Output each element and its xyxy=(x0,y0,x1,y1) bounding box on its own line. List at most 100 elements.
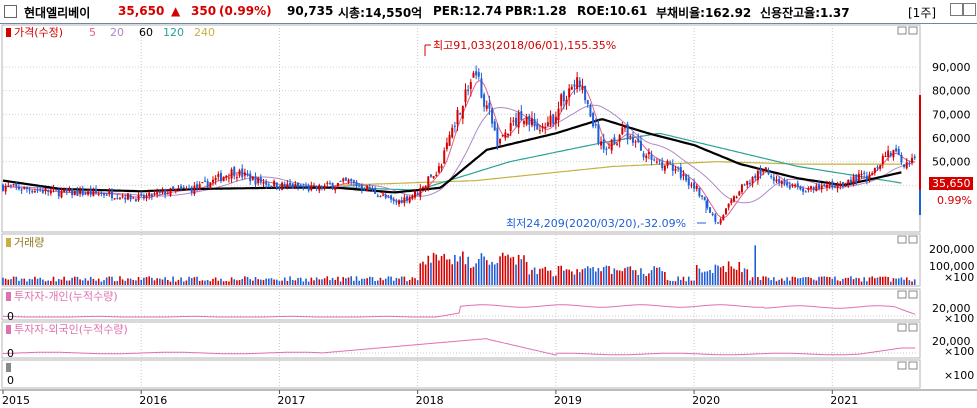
candle-body xyxy=(374,188,377,194)
candle-body xyxy=(334,186,337,191)
volume-bar xyxy=(26,281,28,285)
volume-bar xyxy=(650,270,653,285)
candle-body xyxy=(913,156,916,159)
volume-bar xyxy=(124,280,127,285)
candle-body xyxy=(831,181,834,187)
candle-body xyxy=(358,185,361,187)
candle-body xyxy=(544,127,547,129)
candle-body xyxy=(602,139,605,150)
candle-body xyxy=(169,188,172,196)
minimize-icon[interactable] xyxy=(950,3,963,16)
candle-body xyxy=(589,105,592,117)
candle-body xyxy=(889,152,892,156)
candle-body xyxy=(411,195,414,199)
volume-bar xyxy=(440,256,443,285)
panel-max-icon[interactable] xyxy=(897,26,907,35)
candle-body xyxy=(73,191,76,196)
header-checkbox[interactable] xyxy=(4,5,17,18)
volume-bar xyxy=(876,277,879,285)
volume-bar xyxy=(244,276,246,285)
volume-bar xyxy=(39,277,42,285)
volume-bar xyxy=(823,276,826,285)
period-selector[interactable]: [1주] xyxy=(908,4,936,21)
credit-ratio: 신용잔고율:1.37 xyxy=(760,6,850,20)
volume-bar xyxy=(900,277,903,285)
panel-close-icon[interactable] xyxy=(908,323,918,332)
panel-close-icon[interactable] xyxy=(908,290,918,299)
volume-bar xyxy=(220,278,222,285)
candle-body xyxy=(379,196,382,198)
candle-body xyxy=(105,194,108,196)
close-icon[interactable] xyxy=(963,3,976,16)
volume-bar xyxy=(390,276,392,285)
volume-bar xyxy=(92,278,95,285)
candle-body xyxy=(796,183,799,187)
volume-bar xyxy=(796,278,799,285)
volume-bar xyxy=(515,264,517,285)
candle-body xyxy=(690,184,693,186)
candle-body xyxy=(347,179,350,183)
candle-body xyxy=(522,121,525,124)
panel-max-icon[interactable] xyxy=(897,361,907,370)
volume-bar xyxy=(448,259,451,285)
candle-body xyxy=(456,109,459,125)
candle-body xyxy=(483,94,486,107)
volume-bar xyxy=(573,274,576,285)
indiv-panel xyxy=(1,288,921,321)
price-tick-label: 50,000 xyxy=(932,156,971,169)
volume-bar xyxy=(446,259,448,285)
volume-bar xyxy=(228,281,230,285)
volume-bar xyxy=(549,270,552,285)
volume-bar xyxy=(711,273,714,285)
candle-body xyxy=(844,185,847,187)
volume-bar xyxy=(725,272,727,285)
volume-bar xyxy=(908,280,911,285)
candle-body xyxy=(71,188,74,196)
panel-max-icon[interactable] xyxy=(897,290,907,299)
up-arrow-icon: ▲ xyxy=(171,4,181,18)
volume-bar xyxy=(89,276,92,285)
candle-body xyxy=(291,183,294,189)
volume-bar xyxy=(632,270,634,285)
x-tick-label: 2015 xyxy=(2,394,30,407)
x-tick-label: 2016 xyxy=(139,394,167,407)
volume-bar xyxy=(12,276,15,285)
volume-bar xyxy=(313,280,315,285)
candle-body xyxy=(118,197,121,199)
candle-body xyxy=(674,168,677,171)
volume-bar xyxy=(653,266,656,285)
candle-body xyxy=(31,190,34,193)
panel-max-icon[interactable] xyxy=(897,235,907,244)
volume-bar xyxy=(145,277,148,285)
candle-body xyxy=(278,187,281,189)
candle-body xyxy=(25,187,28,189)
candle-body xyxy=(453,125,456,127)
volume-bar xyxy=(826,276,828,285)
volume-bar xyxy=(257,279,259,285)
volume-bar xyxy=(60,279,63,285)
volume-bar xyxy=(79,279,81,285)
panel-close-icon[interactable] xyxy=(908,361,918,370)
panel-close-icon[interactable] xyxy=(908,26,918,35)
candle-body xyxy=(549,115,552,125)
candle-body xyxy=(631,136,634,143)
panel-close-icon[interactable] xyxy=(908,235,918,244)
candle-body xyxy=(424,186,427,190)
volume-bar xyxy=(847,277,850,285)
volume-bar xyxy=(467,256,469,285)
legend-ma20: 20 xyxy=(110,26,124,39)
legend-price: 가격(수정) xyxy=(14,26,63,39)
candle-body xyxy=(65,187,68,192)
volume-bar xyxy=(679,279,682,285)
volume-bar xyxy=(533,267,536,285)
volume-bar xyxy=(557,266,560,285)
candle-body xyxy=(557,108,560,121)
candle-body xyxy=(722,215,725,221)
volume-bar xyxy=(209,281,212,285)
candle-body xyxy=(142,195,145,199)
candle-body xyxy=(735,196,738,198)
panel-max-icon[interactable] xyxy=(897,323,907,332)
candle-body xyxy=(743,184,746,186)
candle-body xyxy=(273,181,276,187)
x-tick-label: 2019 xyxy=(554,394,582,407)
